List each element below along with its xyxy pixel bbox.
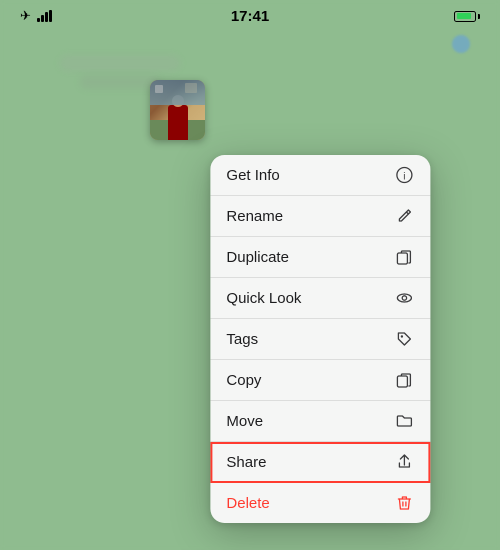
menu-item-copy-label: Copy — [226, 372, 261, 389]
share-icon — [394, 452, 414, 472]
svg-text:i: i — [403, 172, 405, 183]
menu-item-copy[interactable]: Copy — [210, 360, 430, 401]
menu-item-duplicate-label: Duplicate — [226, 249, 289, 266]
menu-item-tags[interactable]: Tags — [210, 319, 430, 360]
pencil-icon — [394, 206, 414, 226]
menu-item-move[interactable]: Move — [210, 401, 430, 442]
menu-item-get-info-label: Get Info — [226, 167, 279, 184]
menu-item-rename-label: Rename — [226, 208, 283, 225]
copy-icon — [394, 370, 414, 390]
battery-icon — [454, 11, 480, 22]
content-wrapper: Get Info i Rename Duplicate — [0, 0, 500, 550]
info-circle-icon: i — [394, 165, 414, 185]
eye-icon — [394, 288, 414, 308]
menu-item-share[interactable]: Share — [210, 442, 430, 483]
menu-item-quick-look-label: Quick Look — [226, 290, 301, 307]
airplane-icon: ✈ — [20, 8, 31, 24]
context-menu: Get Info i Rename Duplicate — [210, 155, 430, 523]
menu-item-get-info[interactable]: Get Info i — [210, 155, 430, 196]
menu-item-share-label: Share — [226, 454, 266, 471]
menu-item-delete[interactable]: Delete — [210, 483, 430, 523]
folder-icon — [394, 411, 414, 431]
status-time: 17:41 — [231, 8, 269, 25]
trash-icon — [394, 493, 414, 513]
menu-item-quick-look[interactable]: Quick Look — [210, 278, 430, 319]
photo-thumb-inner — [150, 80, 205, 140]
status-right — [454, 11, 480, 22]
menu-item-move-label: Move — [226, 413, 263, 430]
duplicate-icon — [394, 247, 414, 267]
status-bar: ✈ 17:41 — [0, 0, 500, 28]
status-left: ✈ — [20, 8, 52, 24]
menu-item-duplicate[interactable]: Duplicate — [210, 237, 430, 278]
tag-icon — [394, 329, 414, 349]
menu-item-rename[interactable]: Rename — [210, 196, 430, 237]
menu-item-delete-label: Delete — [226, 495, 269, 512]
file-thumbnail-area — [150, 80, 205, 140]
photo-thumbnail — [150, 80, 205, 140]
menu-item-tags-label: Tags — [226, 331, 258, 348]
signal-icon — [37, 10, 52, 22]
